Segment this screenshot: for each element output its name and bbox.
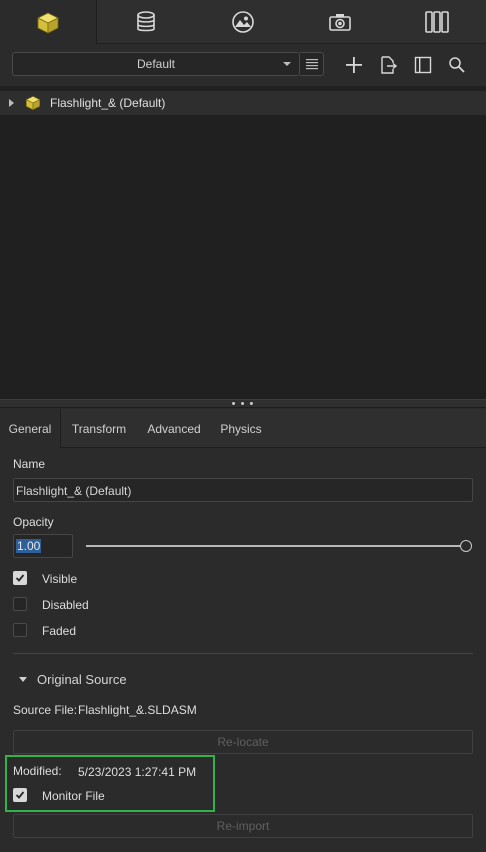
opacity-value: 1.00 — [16, 539, 42, 553]
tab-general-label: General — [8, 422, 52, 436]
original-source-header[interactable]: Original Source — [19, 672, 127, 687]
camera-icon — [328, 14, 351, 31]
name-label: Name — [13, 457, 46, 471]
tab-advanced-label: Advanced — [147, 422, 201, 436]
tab-models[interactable] — [0, 0, 97, 45]
opacity-field[interactable]: 1.00 — [13, 534, 73, 558]
search-button[interactable] — [446, 54, 468, 76]
tab-physics[interactable]: Physics — [211, 409, 271, 449]
database-icon — [136, 11, 155, 32]
tab-environment[interactable] — [194, 0, 291, 44]
tab-materials[interactable] — [97, 0, 194, 44]
list-view-button[interactable] — [300, 52, 324, 76]
preset-dropdown-value: Default — [136, 57, 176, 71]
tab-libraries[interactable] — [388, 0, 486, 44]
relocate-button[interactable]: Re-locate — [13, 730, 473, 754]
highlight-box — [5, 755, 215, 812]
image-icon — [231, 11, 254, 33]
checkmark-icon — [15, 574, 25, 582]
panel-icon — [414, 56, 432, 74]
source-file-label: Source File: — [13, 703, 78, 717]
preset-dropdown[interactable]: Default — [12, 52, 300, 76]
panel-toggle-button[interactable] — [412, 54, 434, 76]
original-source-title: Original Source — [37, 672, 127, 687]
import-button[interactable] — [377, 54, 399, 76]
top-tab-bar — [0, 0, 486, 45]
source-file-value: Flashlight_&.SLDASM — [78, 703, 197, 717]
tab-general[interactable]: General — [0, 409, 61, 449]
opacity-slider-thumb[interactable] — [460, 540, 472, 552]
add-button[interactable] — [343, 54, 365, 76]
columns-icon — [425, 11, 449, 33]
search-icon — [449, 57, 465, 73]
add-icon — [346, 57, 362, 73]
panel-splitter[interactable]: • • • — [0, 397, 486, 410]
tab-cameras[interactable] — [291, 0, 388, 44]
toolbar: Default — [0, 44, 486, 86]
tab-physics-label: Physics — [220, 422, 262, 436]
visible-label: Visible — [42, 572, 78, 586]
scene-tree: Flashlight_& (Default) — [0, 86, 486, 399]
tab-transform-label: Transform — [71, 422, 127, 436]
faded-checkbox[interactable] — [13, 623, 27, 637]
import-icon — [381, 56, 397, 74]
opacity-slider-track[interactable] — [86, 545, 460, 547]
tree-item-label: Flashlight_& (Default) — [50, 96, 166, 110]
name-field[interactable]: Flashlight_& (Default) — [13, 478, 473, 502]
tab-advanced[interactable]: Advanced — [137, 409, 211, 449]
faded-label: Faded — [42, 624, 77, 638]
list-icon — [305, 59, 318, 70]
tree-row[interactable]: Flashlight_& (Default) — [0, 91, 486, 115]
expand-arrow-icon[interactable] — [9, 99, 14, 107]
opacity-label: Opacity — [13, 515, 54, 529]
divider — [13, 653, 473, 654]
drag-handle-icon: • • • — [231, 397, 255, 410]
cube-icon — [25, 95, 41, 111]
collapse-arrow-icon — [19, 677, 27, 682]
visible-checkbox[interactable] — [13, 571, 27, 585]
tab-transform[interactable]: Transform — [61, 409, 137, 449]
property-tabs: General Transform Advanced Physics — [0, 409, 486, 449]
disabled-label: Disabled — [42, 598, 89, 612]
chevron-down-icon — [283, 62, 291, 66]
disabled-checkbox[interactable] — [13, 597, 27, 611]
reimport-button[interactable]: Re-import — [13, 814, 473, 838]
cube-icon — [37, 12, 59, 34]
general-panel: Name Flashlight_& (Default) Opacity 1.00… — [0, 448, 486, 852]
